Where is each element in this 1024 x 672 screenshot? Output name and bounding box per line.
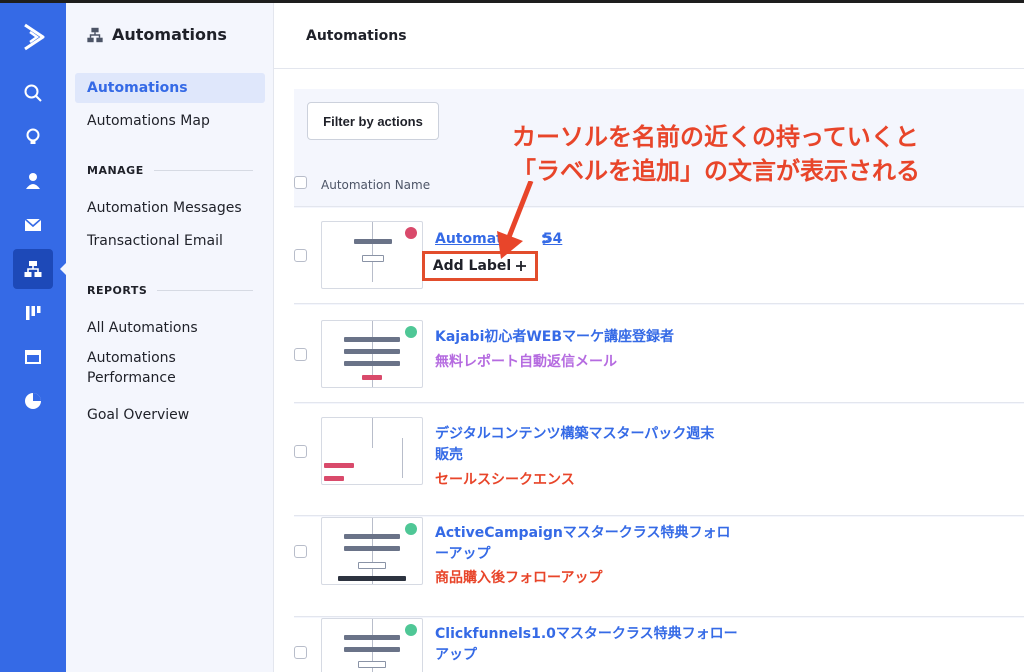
sidebar-item-automation-messages[interactable]: Automation Messages <box>75 193 265 223</box>
automation-name-link[interactable]: デジタルコンテンツ構築マスターパック週末 販売 <box>435 424 745 466</box>
table-row[interactable]: Clickfunnels1.0マスタークラス特典フォロー アップ <box>294 618 1024 672</box>
row-checkbox[interactable] <box>294 445 307 458</box>
sidebar-item-automations-performance[interactable]: Automations Performance <box>75 346 195 390</box>
icon-rail <box>0 3 66 672</box>
lightbulb-icon[interactable] <box>13 117 53 157</box>
pie-chart-icon[interactable] <box>13 381 53 421</box>
automation-name-link[interactable]: ActiveCampaignマスタークラス特典フォロ ーアップ <box>435 523 745 565</box>
sidebar-title: Automations <box>112 25 227 44</box>
automation-label[interactable]: 商品購入後フォローアップ <box>435 568 602 588</box>
status-dot-green <box>405 523 417 535</box>
status-dot-red <box>405 227 417 239</box>
status-dot-green <box>405 326 417 338</box>
row-checkbox[interactable] <box>294 545 307 558</box>
browser-window-icon[interactable] <box>13 337 53 377</box>
automations-sidebar: Automations Automations Automations Map … <box>66 3 274 672</box>
main-area: Automations Filter by actions Automation… <box>274 3 1024 672</box>
page-title: Automations <box>306 28 407 44</box>
automation-icon <box>87 27 103 42</box>
workflow-thumbnail[interactable] <box>321 320 423 388</box>
table-row[interactable]: ActiveCampaignマスタークラス特典フォロ ーアップ 商品購入後フォロ… <box>294 517 1024 617</box>
page-header: Automations <box>274 3 1024 69</box>
pipeline-icon[interactable] <box>13 293 53 333</box>
automation-label[interactable]: 無料レポート自動返信メール <box>435 352 617 372</box>
automation-name-link[interactable]: Clickfunnels1.0マスタークラス特典フォロー アップ <box>435 624 745 666</box>
person-icon[interactable] <box>13 161 53 201</box>
select-all-checkbox[interactable] <box>294 176 307 189</box>
sidebar-item-automations[interactable]: Automations <box>75 73 265 103</box>
envelope-icon[interactable] <box>13 205 53 245</box>
row-checkbox[interactable] <box>294 348 307 361</box>
row-checkbox[interactable] <box>294 646 307 659</box>
status-dot-green <box>405 624 417 636</box>
activecampaign-logo[interactable] <box>22 23 46 51</box>
table-row[interactable]: デジタルコンテンツ構築マスターパック週末 販売 セールスシークエンス <box>294 404 1024 516</box>
sidebar-item-automations-map[interactable]: Automations Map <box>75 106 265 136</box>
table-row[interactable]: Kajabi初心者WEBマーケ講座登録者 無料レポート自動返信メール <box>294 305 1024 403</box>
sidebar-header: Automations <box>86 25 227 44</box>
sidebar-item-goal-overview[interactable]: Goal Overview <box>75 400 265 430</box>
row-checkbox[interactable] <box>294 249 307 262</box>
reports-heading: REPORTS <box>87 284 253 297</box>
sidebar-item-transactional-email[interactable]: Transactional Email <box>75 226 265 256</box>
annotation-arrow <box>497 181 534 259</box>
workflow-thumbnail[interactable] <box>321 517 423 585</box>
workflow-thumbnail[interactable] <box>321 221 423 289</box>
automation-name-link[interactable]: Automat 54 <box>435 229 745 250</box>
automation-name-link[interactable]: Kajabi初心者WEBマーケ講座登録者 <box>435 327 745 348</box>
workflow-thumbnail[interactable] <box>321 417 423 485</box>
sidebar-item-all-automations[interactable]: All Automations <box>75 313 265 343</box>
automation-label[interactable]: セールスシークエンス <box>435 470 575 490</box>
table-row[interactable]: Automat 54 Add Label <box>294 208 1024 304</box>
column-automation-name[interactable]: Automation Name <box>321 178 430 192</box>
annotation-line-2: 「ラベルを追加」の文言が表示される <box>512 157 920 185</box>
search-icon[interactable] <box>13 73 53 113</box>
automation-icon[interactable] <box>13 249 53 289</box>
plus-icon <box>516 261 527 271</box>
manage-heading: MANAGE <box>87 164 253 177</box>
annotation-line-1: カーソルを名前の近くの持っていくと <box>512 123 919 151</box>
workflow-thumbnail[interactable] <box>321 618 423 672</box>
filter-by-actions-button[interactable]: Filter by actions <box>307 102 439 140</box>
